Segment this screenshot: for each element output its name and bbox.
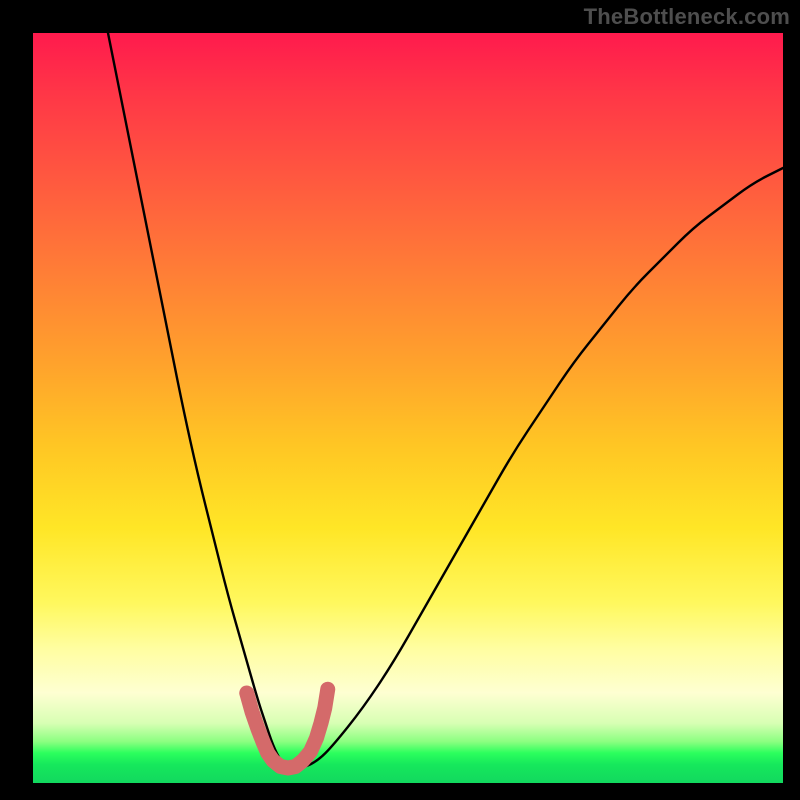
main-curve-path	[108, 33, 783, 768]
watermark-label: TheBottleneck.com	[584, 4, 790, 30]
curve-overlay	[33, 33, 783, 783]
chart-frame: TheBottleneck.com	[0, 0, 800, 800]
plot-area	[33, 33, 783, 783]
